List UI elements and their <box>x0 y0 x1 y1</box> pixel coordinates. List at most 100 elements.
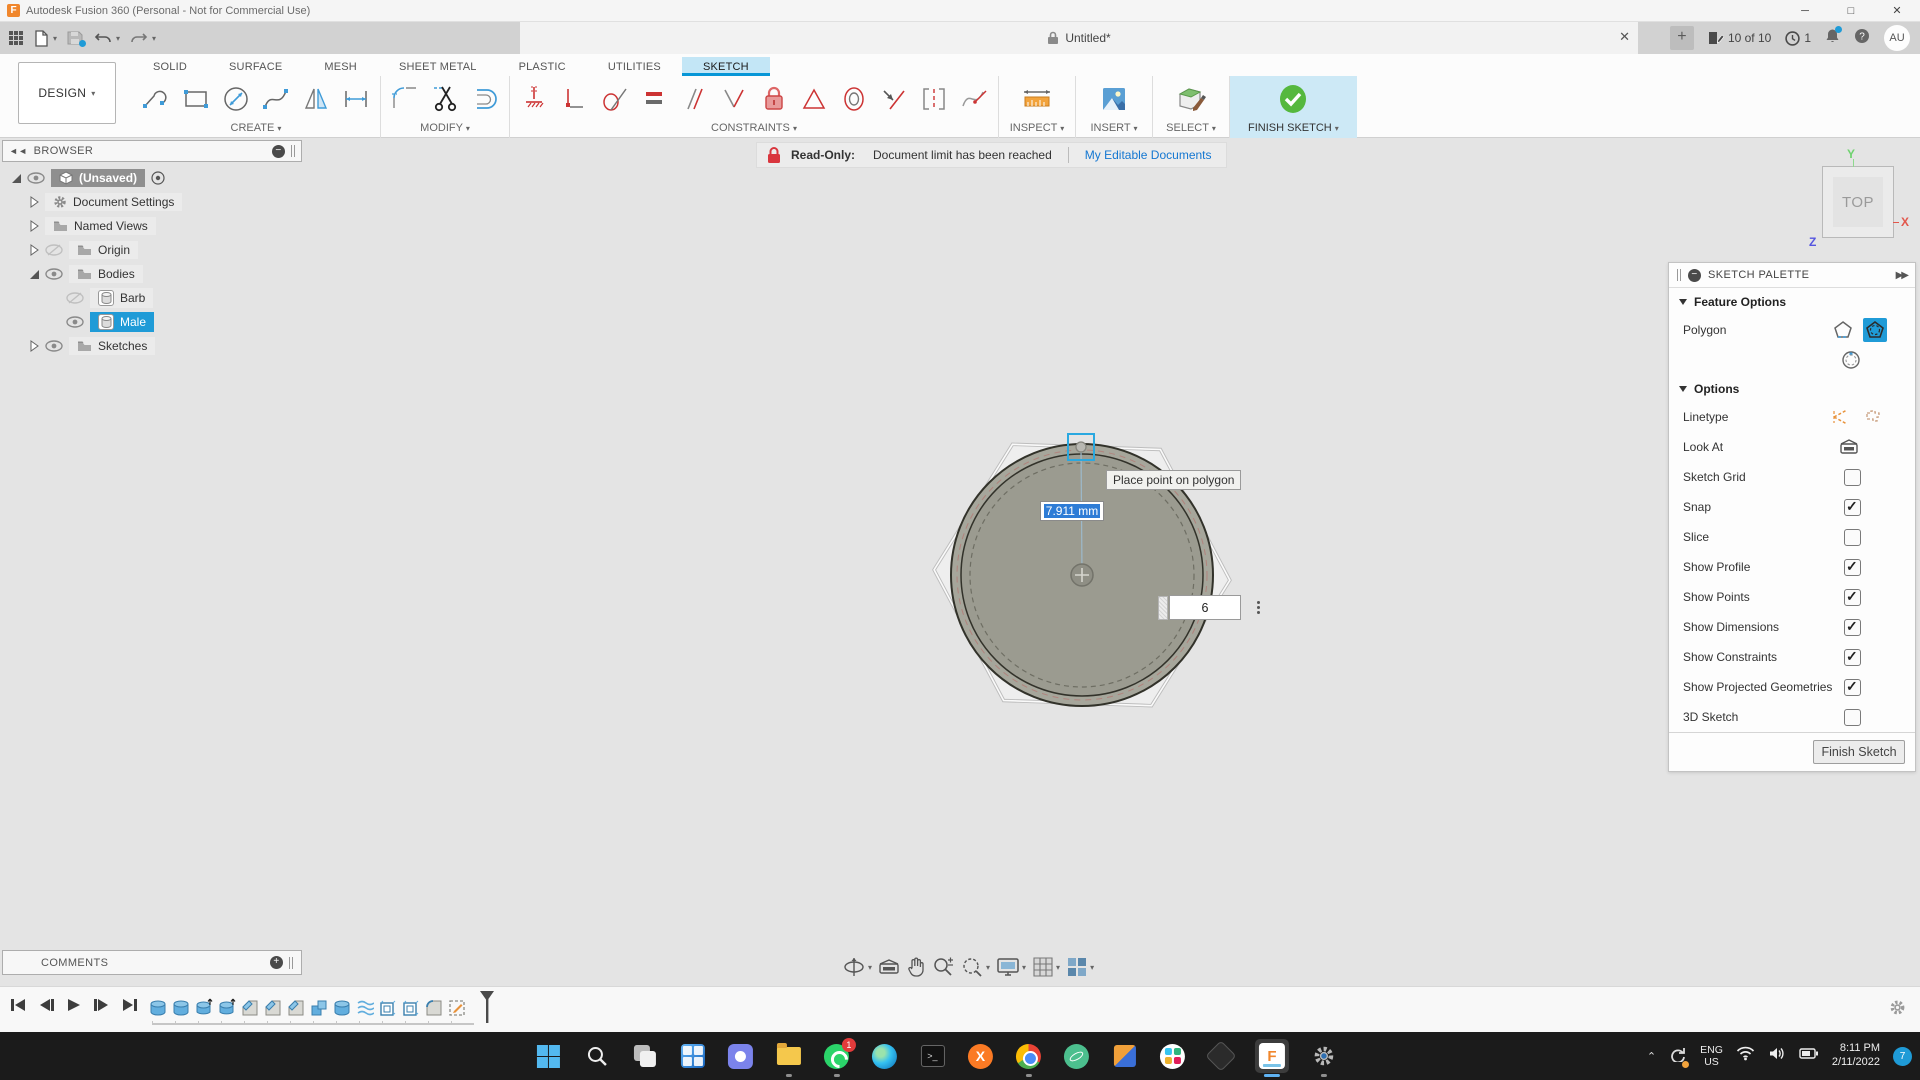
editable-documents-counter[interactable]: 10 of 10 <box>1708 31 1771 46</box>
lock-constraint-icon[interactable] <box>756 80 792 118</box>
collapse-panel-icon[interactable]: ◄◄ <box>9 146 28 156</box>
show-projected-geometries-checkbox[interactable] <box>1844 679 1861 696</box>
expander-collapsed-icon[interactable] <box>30 196 39 208</box>
constraints-group-label[interactable]: CONSTRAINTS ▾ <box>516 122 992 136</box>
parallel-constraint-icon[interactable] <box>676 80 712 118</box>
select-tool-icon[interactable] <box>1173 80 1209 118</box>
3d-sketch-checkbox[interactable] <box>1844 709 1861 726</box>
step-forward-icon[interactable] <box>92 995 112 1015</box>
settings-gear-icon[interactable] <box>1310 1043 1337 1070</box>
tree-row-named-views[interactable]: Named Views <box>2 214 302 238</box>
finish-sketch-group[interactable]: FINISH SKETCH ▾ <box>1230 76 1357 138</box>
comments-panel[interactable]: COMMENTS + <box>2 950 302 975</box>
tab-solid[interactable]: SOLID <box>132 57 208 76</box>
pan-icon[interactable] <box>906 956 926 978</box>
extrude-up-feature-icon[interactable] <box>194 993 214 1017</box>
file-menu-icon[interactable]: ▾ <box>34 30 57 47</box>
document-settings-item[interactable]: Document Settings <box>45 193 182 211</box>
palette-minimize-icon[interactable]: − <box>1688 269 1701 282</box>
fillet-tool-icon[interactable] <box>387 80 423 118</box>
step-back-icon[interactable] <box>36 995 56 1015</box>
inkscape-icon[interactable] <box>1207 1043 1234 1070</box>
sketch-dimension-icon[interactable] <box>338 80 374 118</box>
spline-tool-icon[interactable] <box>258 80 294 118</box>
volume-icon[interactable] <box>1768 1046 1786 1066</box>
tree-row-barb[interactable]: Barb <box>2 286 302 310</box>
palette-grip[interactable] <box>1677 269 1681 281</box>
expander-expanded-icon[interactable] <box>30 270 39 279</box>
fit-icon[interactable]: ▾ <box>960 956 990 978</box>
polygon-inscribed-icon[interactable] <box>1839 348 1863 372</box>
feature-options-section[interactable]: Feature Options <box>1669 288 1915 315</box>
play-icon[interactable] <box>64 995 84 1015</box>
extrude-up-feature-icon[interactable] <box>217 993 237 1017</box>
coil-feature-icon[interactable] <box>355 993 375 1017</box>
whatsapp-icon[interactable]: 1 <box>823 1043 850 1070</box>
chamfer-feature-icon[interactable] <box>286 993 306 1017</box>
orbit-icon[interactable]: ▾ <box>842 955 872 979</box>
display-settings-icon[interactable]: ▾ <box>996 956 1026 978</box>
finish-sketch-button[interactable]: Finish Sketch <box>1813 740 1905 764</box>
chamfer-feature-icon[interactable] <box>263 993 283 1017</box>
slice-checkbox[interactable] <box>1844 529 1861 546</box>
skip-to-start-icon[interactable] <box>8 995 28 1015</box>
sketches-folder-item[interactable]: Sketches <box>69 337 155 355</box>
extrude-feature-icon[interactable] <box>171 993 191 1017</box>
app-grid-icon[interactable] <box>8 30 24 46</box>
line-tool-icon[interactable] <box>138 80 174 118</box>
shell-feature-icon[interactable] <box>401 993 421 1017</box>
sides-input-grip[interactable] <box>1158 596 1168 620</box>
insert-image-icon[interactable] <box>1096 80 1132 118</box>
tab-sheet-metal[interactable]: SHEET METAL <box>378 57 498 76</box>
redo-icon[interactable]: ▾ <box>130 31 156 45</box>
widgets-icon[interactable] <box>679 1043 706 1070</box>
curvature-constraint-icon[interactable] <box>956 80 992 118</box>
skip-to-end-icon[interactable] <box>120 995 140 1015</box>
eye-visible-icon[interactable] <box>45 268 63 280</box>
zoom-icon[interactable] <box>932 956 954 978</box>
expander-collapsed-icon[interactable] <box>30 340 39 352</box>
teams-chat-icon[interactable] <box>727 1043 754 1070</box>
dimension-input[interactable]: 7.911 mm <box>1040 501 1104 521</box>
tab-plastic[interactable]: PLASTIC <box>498 57 587 76</box>
wifi-icon[interactable] <box>1736 1046 1755 1066</box>
file-explorer-icon[interactable] <box>775 1043 802 1070</box>
create-group-label[interactable]: CREATE ▾ <box>138 122 374 136</box>
fixed-constraint-icon[interactable] <box>516 80 552 118</box>
measure-icon[interactable] <box>1019 80 1055 118</box>
activate-radio-icon[interactable] <box>151 171 165 185</box>
battery-icon[interactable] <box>1799 1047 1819 1065</box>
task-view-icon[interactable] <box>631 1043 658 1070</box>
sketch-grid-checkbox[interactable] <box>1844 469 1861 486</box>
atom-editor-icon[interactable] <box>1063 1043 1090 1070</box>
grid-snap-icon[interactable]: ▾ <box>1032 956 1060 978</box>
viewports-icon[interactable]: ▾ <box>1066 956 1094 978</box>
combine-feature-icon[interactable] <box>309 993 329 1017</box>
midpoint-constraint-icon[interactable] <box>876 80 912 118</box>
perpendicular-constraint-icon[interactable] <box>716 80 752 118</box>
polygon-sides-input[interactable] <box>1169 595 1241 620</box>
sketch-feature-icon[interactable] <box>447 993 467 1017</box>
slack-icon[interactable] <box>1159 1043 1186 1070</box>
search-icon[interactable] <box>583 1043 610 1070</box>
new-tab-button[interactable]: + <box>1670 26 1694 50</box>
close-button[interactable]: ✕ <box>1874 0 1920 21</box>
more-options-dots-icon[interactable] <box>1250 594 1266 620</box>
rectangle-tool-icon[interactable] <box>178 80 214 118</box>
version-history[interactable]: 1 <box>1785 31 1811 46</box>
projected-linetype-icon[interactable] <box>1861 405 1885 429</box>
help-icon[interactable]: ? <box>1854 28 1870 49</box>
trim-tool-icon[interactable] <box>427 80 463 118</box>
minimize-button[interactable]: ─ <box>1782 0 1828 21</box>
terminal-icon[interactable]: >_ <box>919 1043 946 1070</box>
tab-utilities[interactable]: UTILITIES <box>587 57 682 76</box>
show-constraints-checkbox[interactable] <box>1844 649 1861 666</box>
sketch-canvas[interactable] <box>900 420 1264 724</box>
start-button-icon[interactable] <box>535 1043 562 1070</box>
timeline-settings-gear-icon[interactable] <box>1889 999 1906 1021</box>
horizontal-vertical-constraint-icon[interactable] <box>556 80 592 118</box>
chamfer-feature-icon[interactable] <box>240 993 260 1017</box>
bodies-folder-item[interactable]: Bodies <box>69 265 143 283</box>
eye-hidden-icon[interactable] <box>66 292 84 304</box>
concentric-constraint-icon[interactable] <box>836 80 872 118</box>
